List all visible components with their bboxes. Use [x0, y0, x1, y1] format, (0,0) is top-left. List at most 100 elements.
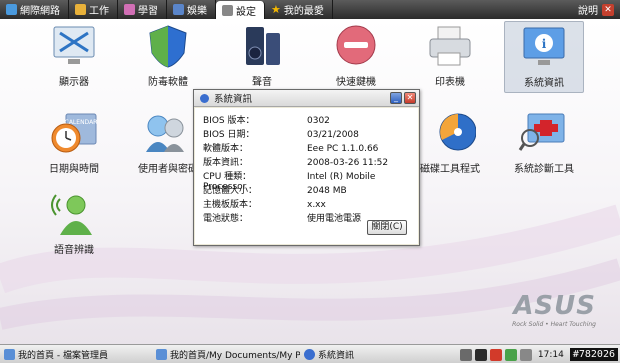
star-icon: ★ [271, 3, 281, 16]
calendar-icon: CALENDAR [48, 110, 100, 156]
language-icon[interactable] [489, 348, 502, 361]
hotkey-icon [330, 23, 382, 69]
shield-icon [142, 23, 194, 69]
info-row: 電池狀態： 使用電池電源 [203, 211, 361, 224]
app-label: 聲音 [252, 77, 272, 88]
tab-settings[interactable]: 設定 [216, 1, 265, 19]
info-value: 2008-03-26 11:52 [307, 158, 389, 168]
wifi-icon[interactable] [459, 348, 472, 361]
speech-icon [48, 191, 100, 237]
help-label: 說明 [578, 6, 598, 17]
asus-logo: ASUS Rock Solid • Heart Touching [512, 291, 596, 328]
tab-internet[interactable]: 網際網路 [0, 0, 69, 19]
tab-label: 學習 [138, 6, 158, 17]
task-documents[interactable]: 我的首頁/My Documents/My P [152, 346, 300, 363]
tab-label: 我的最愛 [283, 6, 324, 17]
disk-icon [424, 110, 477, 156]
help-button[interactable]: 說明 ✕ [578, 0, 614, 19]
tab-label: 設定 [236, 6, 256, 18]
network-icon[interactable] [474, 348, 487, 361]
printer-icon [424, 23, 476, 69]
close-dialog-button[interactable]: 關閉(C) [367, 220, 407, 235]
info-key: BIOS 版本： [203, 116, 255, 126]
app-label: 防毒軟體 [148, 77, 188, 88]
close-button[interactable]: ✕ [404, 92, 416, 104]
tab-label: 娛樂 [187, 6, 207, 17]
display-icon [48, 23, 100, 69]
app-speech-recognition[interactable]: 語音辨識 [34, 191, 114, 256]
info-value: x.xx [307, 200, 326, 210]
taskbar: 我的首頁 - 檔案管理員 我的首頁/My Documents/My P 系統資訊… [0, 344, 620, 363]
app-label: 日期與時間 [49, 164, 99, 175]
info-row: BIOS 日期： 03/21/2008 [203, 127, 359, 140]
app-printer[interactable]: 印表機 [410, 23, 490, 88]
info-monitor-icon: i [518, 24, 570, 70]
app-date-time[interactable]: CALENDAR 日期與時間 [34, 110, 114, 175]
speaker-icon [236, 23, 288, 69]
tab-label: 工作 [89, 6, 109, 17]
folder-icon [4, 348, 15, 360]
folder-icon [75, 4, 86, 15]
app-label: 快速鍵機 [336, 77, 376, 88]
system-tray: 17:14 #782026 [459, 345, 620, 364]
app-sound[interactable]: 聲音 [222, 23, 302, 88]
info-icon [200, 93, 209, 103]
app-label: 印表機 [435, 77, 465, 88]
book-icon [124, 4, 135, 15]
info-icon [304, 348, 315, 360]
info-key: 主機板版本： [203, 200, 258, 210]
info-value: 03/21/2008 [307, 130, 359, 140]
top-tab-bar: 網際網路 工作 學習 娛樂 設定 ★ 我的最愛 說明 ✕ [0, 0, 620, 19]
task-label: 我的首頁/My Documents/My P [170, 350, 300, 361]
info-value: 0302 [307, 116, 330, 126]
clock[interactable]: 17:14 [535, 350, 567, 360]
info-value: 2048 MB [307, 186, 347, 196]
info-row: 主機板版本： x.xx [203, 197, 326, 210]
user-icon [142, 110, 194, 156]
folder-icon [156, 348, 167, 360]
app-label: 磁碟工具程式 [420, 164, 480, 175]
info-row: 版本資訊： 2008-03-26 11:52 [203, 155, 388, 168]
task-label: 我的首頁 - 檔案管理員 [18, 350, 108, 361]
app-disk-utility[interactable]: 磁碟工具程式 [410, 110, 490, 175]
app-hotkeys[interactable]: 快速鍵機 [316, 23, 396, 88]
media-icon [173, 4, 184, 15]
app-system-info[interactable]: i 系統資訊 [504, 21, 584, 93]
app-system-diagnostics[interactable]: 系統診斷工具 [504, 110, 584, 175]
info-key: BIOS 日期： [203, 130, 255, 140]
app-label: 系統資訊 [524, 78, 564, 89]
info-key: 版本資訊： [203, 158, 249, 168]
tab-work[interactable]: 工作 [69, 0, 118, 19]
system-info-dialog: 系統資訊 _ ✕ BIOS 版本： 0302 BIOS 日期： 03/21/2008… [193, 89, 420, 246]
tab-favorites[interactable]: ★ 我的最愛 [265, 0, 333, 19]
app-label: 顯示器 [59, 77, 89, 88]
id-badge: #782026 [569, 348, 618, 361]
tab-play[interactable]: 娛樂 [167, 0, 216, 19]
dialog-title: 系統資訊 [214, 94, 253, 105]
wrench-icon [222, 4, 233, 16]
app-label: 系統診斷工具 [514, 164, 574, 175]
info-key: 記憶體大小： [203, 186, 258, 196]
app-display[interactable]: 顯示器 [34, 23, 114, 88]
task-system-info[interactable]: 系統資訊 [300, 346, 420, 363]
info-row: 記憶體大小： 2048 MB [203, 183, 347, 196]
brand-tagline: Rock Solid • Heart Touching [512, 321, 596, 328]
brand-name: ASUS [513, 291, 596, 321]
info-value: 使用電池電源 [307, 214, 362, 224]
app-antivirus[interactable]: 防毒軟體 [128, 23, 208, 88]
dialog-titlebar[interactable]: 系統資訊 _ ✕ [194, 90, 419, 107]
app-label: 語音辨識 [54, 245, 94, 256]
task-label: 系統資訊 [318, 350, 355, 361]
task-file-manager[interactable]: 我的首頁 - 檔案管理員 [0, 346, 152, 363]
info-key: CPU 種類： [203, 172, 252, 182]
dialog-body: BIOS 版本： 0302 BIOS 日期： 03/21/2008 軟體版本： Eee… [195, 108, 418, 244]
volume-icon[interactable] [519, 348, 532, 361]
info-row: BIOS 版本： 0302 [203, 113, 330, 126]
info-value: Eee PC 1.1.0.66 [307, 144, 379, 154]
info-key: 軟體版本： [203, 144, 249, 154]
close-icon[interactable]: ✕ [602, 3, 614, 16]
battery-icon[interactable] [504, 348, 517, 361]
tab-learn[interactable]: 學習 [118, 0, 167, 19]
tab-label: 網際網路 [20, 6, 60, 17]
minimize-button[interactable]: _ [390, 92, 402, 104]
